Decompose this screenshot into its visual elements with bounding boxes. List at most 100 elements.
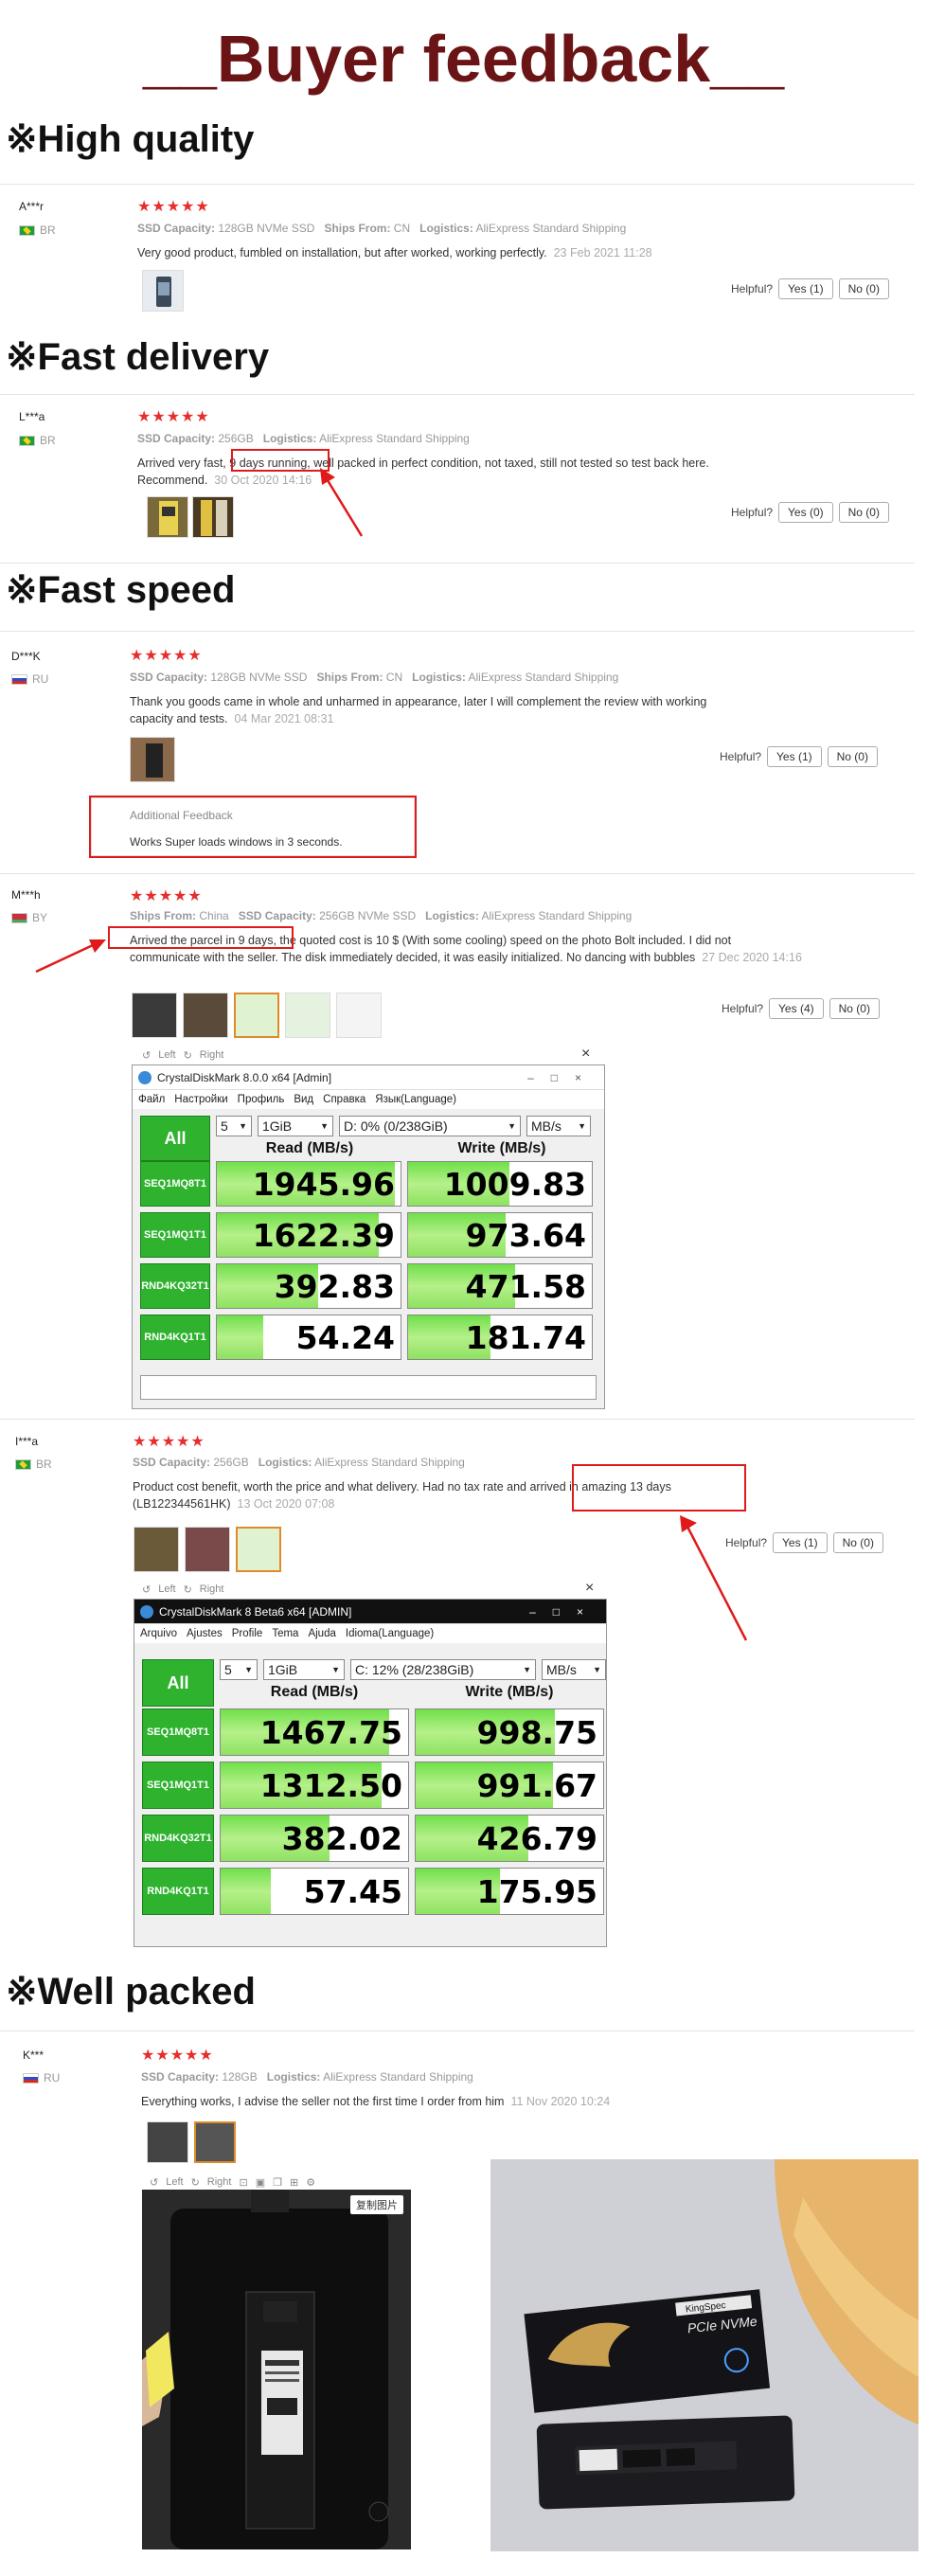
read-value: 54.24 <box>295 1318 395 1356</box>
review-photo-thumb[interactable] <box>185 1527 230 1572</box>
rotate-left-icon[interactable]: ↺ <box>142 1049 151 1062</box>
write-header: Write (MB/s) <box>465 1684 554 1700</box>
yes-button[interactable]: Yes (0) <box>778 502 833 523</box>
menu-item[interactable]: Настройки <box>174 1094 227 1105</box>
menu-item[interactable]: Вид <box>294 1094 313 1105</box>
drive-select[interactable]: C: 12% (28/238GiB) ▼ <box>350 1659 536 1680</box>
helpful-bar: Helpful? Yes (1) No (0) <box>720 746 878 767</box>
menu-item[interactable]: Profile <box>232 1628 263 1639</box>
rating-stars: ★★★★★ <box>141 2048 214 2064</box>
rotate-right-icon[interactable]: ↻ <box>184 1049 192 1062</box>
read-value: 392.83 <box>274 1267 395 1305</box>
window-controls[interactable]: –□× <box>527 1071 598 1084</box>
menu-item[interactable]: Arquivo <box>140 1628 177 1639</box>
menu-item[interactable]: Ajustes <box>187 1628 223 1639</box>
test-label[interactable]: SEQ1M Q8T1 <box>142 1708 214 1756</box>
test-label-line: RND4K <box>144 1832 181 1844</box>
test-label[interactable]: SEQ1M Q1T1 <box>142 1762 214 1809</box>
review-meta: SSD Capacity: 128GB NVMe SSD Ships From:… <box>137 222 627 235</box>
count-select[interactable]: 5 ▼ <box>220 1659 258 1680</box>
review-photo-thumb-selected[interactable] <box>194 2121 236 2163</box>
helpful-bar: Helpful? Yes (1) No (0) <box>725 1532 883 1553</box>
review-photo-thumb[interactable] <box>147 2121 188 2163</box>
unit-select[interactable]: MB/s ▼ <box>542 1659 606 1680</box>
fit-icon[interactable]: ⊞ <box>290 2176 298 2189</box>
reviewer-country: RU <box>11 672 48 686</box>
no-button[interactable]: No (0) <box>832 1532 883 1553</box>
drive-select[interactable]: D: 0% (0/238GiB) ▼ <box>339 1116 521 1136</box>
brazil-flag-icon <box>15 1458 31 1470</box>
review-photo-thumb-selected[interactable] <box>236 1527 281 1572</box>
close-icon[interactable]: × <box>581 1046 590 1063</box>
yes-button[interactable]: Yes (1) <box>773 1532 828 1553</box>
close-icon[interactable]: × <box>585 1580 594 1597</box>
customer-photo-ssd-in-hand: 复制图片 <box>142 2190 411 2549</box>
test-label[interactable]: RND4K Q1T1 <box>142 1868 214 1915</box>
review-photo-thumb[interactable] <box>183 993 228 1038</box>
save-icon[interactable]: ▣ <box>256 2176 265 2189</box>
no-button[interactable]: No (0) <box>827 746 878 767</box>
read-header: Read (MB/s) <box>270 1684 359 1700</box>
review-photo-thumb[interactable] <box>130 737 175 782</box>
chevron-down-icon: ▼ <box>320 1121 329 1131</box>
all-button[interactable]: All <box>142 1659 214 1707</box>
rotate-right-icon[interactable]: ↻ <box>191 2176 200 2189</box>
test-label-line: Q1T1 <box>183 1885 209 1897</box>
count-select[interactable]: 5 ▼ <box>216 1116 252 1136</box>
window-controls[interactable]: –□× <box>529 1605 600 1619</box>
read-value-cell: 392.83 <box>216 1263 401 1309</box>
menu-item[interactable]: Справка <box>323 1094 365 1105</box>
yes-button[interactable]: Yes (4) <box>769 998 824 1019</box>
size-select[interactable]: 1GiB ▼ <box>258 1116 333 1136</box>
test-label[interactable]: RND4K Q1T1 <box>140 1315 210 1360</box>
review-photo-thumb[interactable] <box>192 496 234 538</box>
review-photo-thumb[interactable] <box>336 993 382 1038</box>
zoom-icon[interactable]: ⊡ <box>239 2176 247 2189</box>
rating-stars: ★★★★★ <box>133 1434 205 1450</box>
no-button[interactable]: No (0) <box>838 278 889 299</box>
review-photo-thumb[interactable] <box>285 993 330 1038</box>
menu-item[interactable]: Файл <box>138 1094 165 1105</box>
chevron-down-icon: ▼ <box>331 1665 340 1674</box>
review-meta: SSD Capacity: 256GB Logistics: AliExpres… <box>137 432 470 445</box>
copy-image-button[interactable]: 复制图片 <box>350 2195 403 2214</box>
russia-flag-icon <box>11 673 27 685</box>
helpful-bar: Helpful? Yes (1) No (0) <box>731 278 889 299</box>
rotate-left-icon[interactable]: ↺ <box>142 1583 151 1596</box>
copy-icon[interactable]: ❐ <box>273 2176 282 2189</box>
test-label[interactable]: RND4K Q32T1 <box>142 1815 214 1862</box>
review-photo-thumb[interactable] <box>147 496 188 538</box>
yes-button[interactable]: Yes (1) <box>778 278 833 299</box>
review-photo-thumb[interactable] <box>134 1527 179 1572</box>
review-photo-thumb[interactable] <box>132 993 177 1038</box>
highlight-box <box>108 926 294 949</box>
review-photo-thumb[interactable] <box>142 270 184 312</box>
reviewer-country: BR <box>15 1458 52 1471</box>
menu-item[interactable]: Профиль <box>238 1094 285 1105</box>
no-button[interactable]: No (0) <box>838 502 889 523</box>
read-value: 1467.75 <box>259 1713 402 1751</box>
test-label[interactable]: SEQ1M Q1T1 <box>140 1212 210 1258</box>
test-label-line: Q1T1 <box>183 1779 210 1791</box>
settings-gear-icon[interactable]: ⚙ <box>306 2176 315 2189</box>
test-label-line: Q32T1 <box>180 1832 212 1844</box>
comment-field[interactable] <box>140 1375 597 1400</box>
unit-select[interactable]: MB/s ▼ <box>526 1116 591 1136</box>
test-label-line: SEQ1M <box>146 1726 184 1738</box>
yes-button[interactable]: Yes (1) <box>767 746 822 767</box>
menu-item[interactable]: Ajuda <box>308 1628 335 1639</box>
test-label[interactable]: SEQ1M Q8T1 <box>140 1161 210 1207</box>
test-label[interactable]: RND4K Q32T1 <box>140 1263 210 1309</box>
read-value: 1622.39 <box>252 1216 395 1254</box>
all-button[interactable]: All <box>140 1116 210 1161</box>
rotate-left-icon[interactable]: ↺ <box>150 2176 158 2189</box>
menu-item[interactable]: Idioma(Language) <box>346 1628 434 1639</box>
test-label-line: RND4K <box>141 1279 178 1292</box>
rotate-right-icon[interactable]: ↻ <box>184 1583 192 1596</box>
review-photo-thumb-selected[interactable] <box>234 993 279 1038</box>
menu-item[interactable]: Tema <box>272 1628 298 1639</box>
no-button[interactable]: No (0) <box>829 998 880 1019</box>
review-meta: SSD Capacity: 256GB Logistics: AliExpres… <box>133 1456 465 1469</box>
size-select[interactable]: 1GiB ▼ <box>263 1659 345 1680</box>
menu-item[interactable]: Язык(Language) <box>375 1094 456 1105</box>
